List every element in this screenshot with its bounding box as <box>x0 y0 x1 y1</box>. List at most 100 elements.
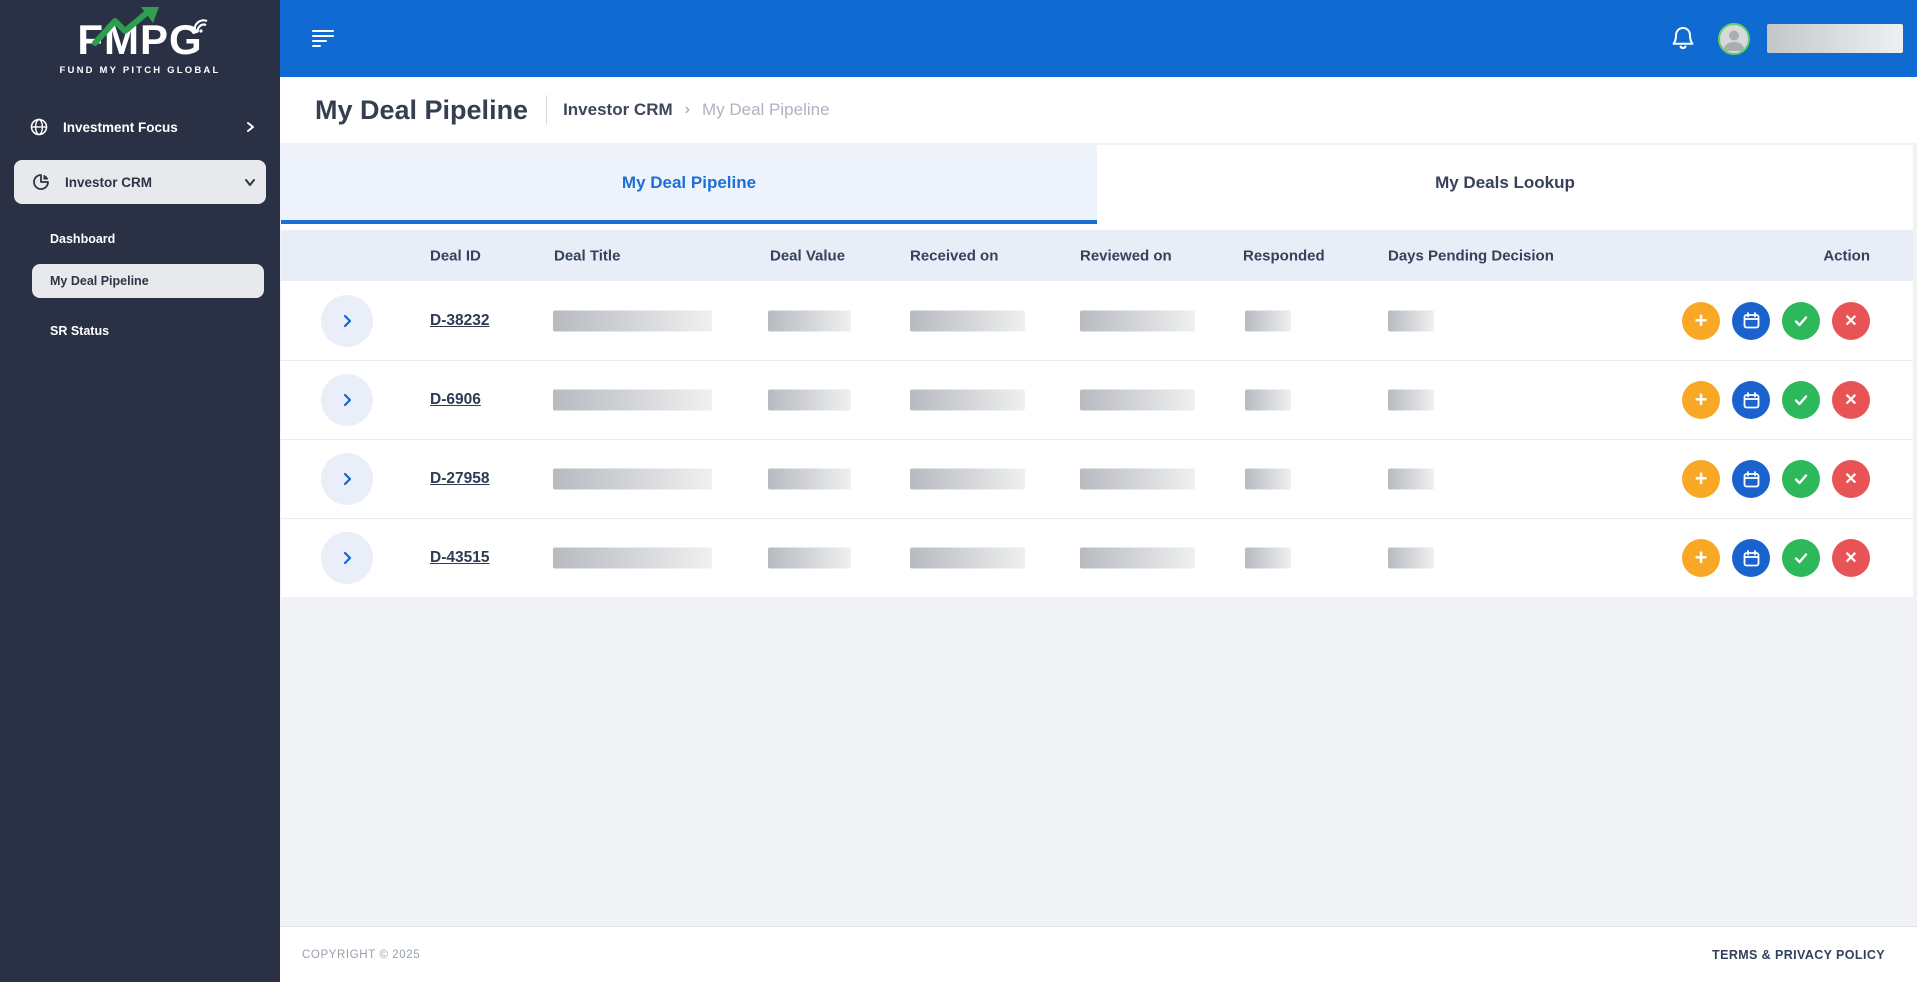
breadcrumb-investor-crm[interactable]: Investor CRM <box>563 100 673 120</box>
column-header-deal-title: Deal Title <box>554 247 620 264</box>
chevron-right-icon <box>340 472 354 486</box>
redacted-days-pending <box>1388 548 1434 569</box>
redacted-received-on <box>910 310 1025 331</box>
add-icon: + <box>1695 310 1708 332</box>
logo-signal-waves-icon <box>193 18 213 38</box>
reject-button[interactable]: ✕ <box>1832 302 1870 340</box>
add-button[interactable]: + <box>1682 460 1720 498</box>
approve-check-icon <box>1793 392 1809 408</box>
calendar-icon <box>1743 392 1760 409</box>
table-row: D-43515 + ✕ <box>281 518 1913 597</box>
row-actions: + ✕ <box>1682 381 1870 419</box>
row-actions: + ✕ <box>1682 460 1870 498</box>
chevron-right-icon <box>340 314 354 328</box>
add-button[interactable]: + <box>1682 302 1720 340</box>
approve-check-icon <box>1793 313 1809 329</box>
sidebar-item-investor-crm[interactable]: Investor CRM <box>14 160 266 204</box>
column-header-reviewed-on: Reviewed on <box>1080 247 1172 264</box>
schedule-button[interactable] <box>1732 460 1770 498</box>
column-header-received-on: Received on <box>910 247 998 264</box>
main-area: My Deal Pipeline Investor CRM › My Deal … <box>280 0 1917 982</box>
sidebar-item-my-deal-pipeline[interactable]: My Deal Pipeline <box>32 264 264 298</box>
table-header-row: Deal ID Deal Title Deal Value Received o… <box>281 230 1913 281</box>
approve-button[interactable] <box>1782 302 1820 340</box>
reject-x-icon: ✕ <box>1844 311 1857 331</box>
sidebar-item-sr-status[interactable]: SR Status <box>32 314 264 348</box>
menu-icon[interactable] <box>312 30 334 48</box>
redacted-reviewed-on <box>1080 469 1195 490</box>
username-redacted[interactable] <box>1767 24 1903 53</box>
sidebar-item-label: SR Status <box>50 324 109 338</box>
copyright-text: COPYRIGHT © 2025 <box>302 949 420 961</box>
brand-logo[interactable]: FMPG FUND MY PITCH GLOBAL <box>0 16 280 76</box>
approve-button[interactable] <box>1782 539 1820 577</box>
redacted-received-on <box>910 548 1025 569</box>
redacted-deal-title <box>553 548 712 569</box>
pie-chart-icon <box>32 173 50 191</box>
content-area: My Deal Pipeline My Deals Lookup Deal ID… <box>280 143 1917 926</box>
redacted-reviewed-on <box>1080 548 1195 569</box>
redacted-responded <box>1245 390 1291 411</box>
calendar-icon <box>1743 312 1760 329</box>
chevron-right-icon <box>340 393 354 407</box>
redacted-days-pending <box>1388 469 1434 490</box>
approve-button[interactable] <box>1782 460 1820 498</box>
redacted-deal-title <box>553 310 712 331</box>
approve-button[interactable] <box>1782 381 1820 419</box>
redacted-deal-value <box>768 548 851 569</box>
add-button[interactable]: + <box>1682 381 1720 419</box>
terms-privacy-link[interactable]: TERMS & PRIVACY POLICY <box>1712 948 1885 962</box>
tab-my-deals-lookup[interactable]: My Deals Lookup <box>1097 145 1913 224</box>
redacted-deal-title <box>553 390 712 411</box>
approve-check-icon <box>1793 550 1809 566</box>
redacted-deal-value <box>768 469 851 490</box>
expand-row-button[interactable] <box>321 532 373 584</box>
redacted-reviewed-on <box>1080 390 1195 411</box>
bell-icon[interactable] <box>1670 25 1696 53</box>
tab-bar: My Deal Pipeline My Deals Lookup <box>281 145 1913 224</box>
deal-id-link[interactable]: D-43515 <box>430 549 489 567</box>
expand-row-button[interactable] <box>321 453 373 505</box>
chevron-down-icon <box>244 176 256 188</box>
column-header-responded: Responded <box>1243 247 1325 264</box>
deals-table: Deal ID Deal Title Deal Value Received o… <box>281 224 1913 597</box>
column-header-deal-id: Deal ID <box>430 247 481 264</box>
table-row: D-6906 + ✕ <box>281 360 1913 439</box>
redacted-days-pending <box>1388 390 1434 411</box>
app-root: FMPG FUND MY PITCH GLOBAL Investment Foc… <box>0 0 1917 982</box>
deal-id-link[interactable]: D-27958 <box>430 470 489 488</box>
sidebar-item-label: Dashboard <box>50 232 115 246</box>
redacted-deal-value <box>768 390 851 411</box>
breadcrumb-separator-icon: › <box>685 101 690 119</box>
reject-x-icon: ✕ <box>1844 469 1857 489</box>
approve-check-icon <box>1793 471 1809 487</box>
add-button[interactable]: + <box>1682 539 1720 577</box>
schedule-button[interactable] <box>1732 381 1770 419</box>
column-header-deal-value: Deal Value <box>770 247 845 264</box>
reject-button[interactable]: ✕ <box>1832 539 1870 577</box>
avatar[interactable] <box>1718 23 1750 55</box>
expand-row-button[interactable] <box>321 295 373 347</box>
schedule-button[interactable] <box>1732 302 1770 340</box>
chevron-right-icon <box>244 121 256 133</box>
reject-button[interactable]: ✕ <box>1832 460 1870 498</box>
breadcrumb-current: My Deal Pipeline <box>702 100 830 120</box>
table-row: D-27958 + ✕ <box>281 439 1913 518</box>
sidebar: FMPG FUND MY PITCH GLOBAL Investment Foc… <box>0 0 280 982</box>
schedule-button[interactable] <box>1732 539 1770 577</box>
deal-id-link[interactable]: D-38232 <box>430 312 489 330</box>
tab-my-deal-pipeline[interactable]: My Deal Pipeline <box>281 145 1097 224</box>
globe-icon <box>30 118 48 136</box>
sidebar-item-label: My Deal Pipeline <box>50 274 149 288</box>
sidebar-item-label: Investor CRM <box>65 175 152 190</box>
redacted-responded <box>1245 548 1291 569</box>
page-header: My Deal Pipeline Investor CRM › My Deal … <box>280 77 1917 143</box>
calendar-icon <box>1743 550 1760 567</box>
sidebar-item-investment-focus[interactable]: Investment Focus <box>14 112 266 142</box>
sidebar-item-dashboard[interactable]: Dashboard <box>32 222 264 256</box>
column-header-action: Action <box>1823 247 1870 264</box>
expand-row-button[interactable] <box>321 374 373 426</box>
reject-button[interactable]: ✕ <box>1832 381 1870 419</box>
tab-label: My Deals Lookup <box>1435 173 1575 193</box>
deal-id-link[interactable]: D-6906 <box>430 391 481 409</box>
